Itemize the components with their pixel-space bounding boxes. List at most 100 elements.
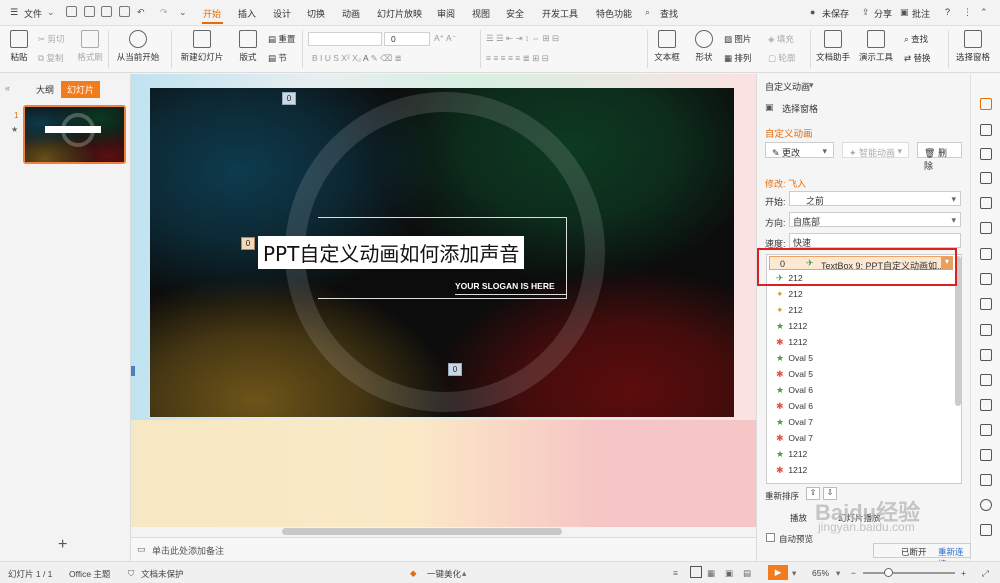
list-item[interactable]: ✦ 212: [776, 305, 803, 316]
list-item[interactable]: ★ Oval 7: [776, 417, 813, 428]
chevron-down-icon[interactable]: ⌄: [47, 7, 55, 18]
sort-view-icon[interactable]: ≡: [673, 568, 678, 578]
shapes-icon[interactable]: [980, 148, 992, 160]
delete-button[interactable]: 🗑 删除: [917, 142, 962, 171]
replace-button[interactable]: ⇄ 替换: [904, 52, 931, 64]
custom-animation-icon[interactable]: [980, 98, 992, 110]
outline-button[interactable]: ▢ 轮廓: [768, 52, 795, 64]
customize-icon[interactable]: ⌄: [179, 7, 187, 18]
start-select[interactable]: 之前 ▾: [789, 191, 961, 206]
collapse-panel-icon[interactable]: «: [5, 83, 10, 93]
find-button[interactable]: ⌕ 查找: [904, 33, 928, 45]
tab-transition[interactable]: 切换: [307, 7, 325, 20]
slide-title[interactable]: PPT自定义动画如何添加声音: [258, 236, 525, 269]
select-pane-link[interactable]: 选择窗格: [782, 102, 818, 115]
zoom-out-button[interactable]: −: [851, 568, 856, 578]
autopreview-label[interactable]: 自动预览: [779, 533, 813, 545]
list-item[interactable]: ✈ 212: [776, 273, 803, 284]
new-slide-button[interactable]: 新建幻灯片: [178, 26, 226, 63]
notes-area[interactable]: ▭ 单击此处添加备注: [131, 537, 756, 561]
tab-slides[interactable]: 幻灯片: [61, 81, 101, 98]
list-item[interactable]: ✱ 1212: [776, 465, 807, 476]
copy-button[interactable]: ⧉ 复制: [38, 52, 63, 64]
unsaved-status[interactable]: 未保存: [822, 7, 849, 20]
layout-panel-icon[interactable]: [980, 172, 992, 184]
splitter-handle[interactable]: [131, 366, 135, 376]
picture-button[interactable]: ▨ 图片: [724, 33, 751, 45]
tab-home[interactable]: 开始: [203, 7, 221, 20]
zoom-slider[interactable]: [863, 572, 955, 574]
textbox-button[interactable]: 文本框: [652, 26, 682, 63]
format-painter-button[interactable]: 格式刷: [76, 26, 104, 63]
tab-special[interactable]: 特色功能: [596, 7, 632, 20]
add-slide-button[interactable]: +: [58, 536, 67, 554]
zoom-slider-thumb[interactable]: [884, 568, 893, 577]
tab-view[interactable]: 视图: [472, 7, 490, 20]
arrange-button[interactable]: ▦ 排列: [724, 52, 751, 64]
zoom-menu-icon[interactable]: ▾: [836, 568, 840, 579]
list-item[interactable]: ✱ Oval 6: [776, 401, 813, 412]
picture-icon[interactable]: [980, 298, 992, 310]
theme-name[interactable]: Office 主题: [69, 568, 110, 580]
chevron-down-icon[interactable]: ▾: [809, 80, 814, 91]
save-icon[interactable]: [66, 6, 77, 17]
chevron-down-icon[interactable]: ▾: [792, 568, 796, 579]
presentation-tools-button[interactable]: 演示工具: [858, 26, 894, 63]
layers-icon[interactable]: [980, 424, 992, 436]
undo-icon[interactable]: ↶: [137, 7, 145, 18]
direction-select[interactable]: 自底部 ▾: [789, 212, 961, 227]
font-style-icons[interactable]: B I U S X² X₂ A ✎ ⌫ ≣: [312, 53, 402, 64]
print-icon[interactable]: [101, 6, 112, 17]
properties-icon[interactable]: [980, 124, 992, 136]
tab-insert[interactable]: 插入: [238, 7, 256, 20]
select-icon[interactable]: [980, 374, 992, 386]
fill-button[interactable]: ◈ 填充: [768, 33, 794, 45]
comment-button[interactable]: 批注: [912, 7, 930, 20]
calendar-icon[interactable]: [980, 248, 992, 260]
share-button[interactable]: 分享: [874, 7, 892, 20]
location-icon[interactable]: [980, 499, 992, 511]
list-item[interactable]: ★ 1212: [776, 321, 807, 332]
animation-order-badge[interactable]: 0: [448, 363, 462, 376]
print-preview-icon[interactable]: [84, 6, 95, 17]
list-item[interactable]: ✱ 1212: [776, 337, 807, 348]
tab-security[interactable]: 安全: [506, 7, 524, 20]
tab-animation[interactable]: 动画: [342, 7, 360, 20]
list-item[interactable]: ✱ Oval 5: [776, 369, 813, 380]
text-icon[interactable]: [980, 349, 992, 361]
notes-placeholder[interactable]: 单击此处添加备注: [152, 544, 224, 557]
chart-icon[interactable]: [980, 449, 992, 461]
settings-icon[interactable]: [980, 222, 992, 234]
export-icon[interactable]: [119, 6, 130, 17]
play-button[interactable]: 播放: [790, 512, 807, 524]
paste-button[interactable]: 粘贴: [6, 26, 32, 63]
select-pane-button[interactable]: 选择窗格: [953, 26, 993, 63]
slide-slogan[interactable]: YOUR SLOGAN IS HERE: [455, 281, 555, 291]
pane-header[interactable]: 自定义动画: [765, 80, 810, 93]
shape-button[interactable]: 形状: [690, 26, 718, 63]
grow-font-icon[interactable]: A⁺ A⁻: [434, 33, 456, 44]
grid-icon[interactable]: [980, 273, 992, 285]
tab-design[interactable]: 设计: [273, 7, 291, 20]
reset-button[interactable]: ▤ 重置: [268, 33, 295, 45]
tab-slideshow[interactable]: 幻灯片放映: [377, 7, 422, 20]
help-button[interactable]: ?: [945, 7, 950, 17]
zoom-level[interactable]: 65%: [812, 568, 829, 578]
beautify-button[interactable]: 一键美化: [427, 568, 461, 580]
paragraph-icons[interactable]: ☰ ☰ ⇤ ⇥ ↕ ⇔ ⊞ ⊟: [486, 33, 559, 44]
notes-view-icon[interactable]: ▤: [743, 568, 751, 579]
file-menu[interactable]: 文件: [24, 7, 42, 20]
autopreview-checkbox[interactable]: [766, 533, 775, 542]
collapse-ribbon-icon[interactable]: ⌃: [980, 7, 988, 18]
animation-order-badge[interactable]: 0: [241, 237, 255, 250]
speed-select[interactable]: 快速: [789, 233, 961, 248]
theme-icon[interactable]: [980, 324, 992, 336]
list-item[interactable]: ✱ Oval 7: [776, 433, 813, 444]
slide[interactable]: PPT自定义动画如何添加声音 YOUR SLOGAN IS HERE: [150, 88, 734, 417]
fit-window-icon[interactable]: ⤢: [982, 568, 989, 579]
hamburger-icon[interactable]: ☰: [10, 7, 18, 18]
tab-review[interactable]: 审阅: [437, 7, 455, 20]
list-item[interactable]: ★ Oval 5: [776, 353, 813, 364]
image-icon[interactable]: [980, 474, 992, 486]
tab-developer[interactable]: 开发工具: [542, 7, 578, 20]
